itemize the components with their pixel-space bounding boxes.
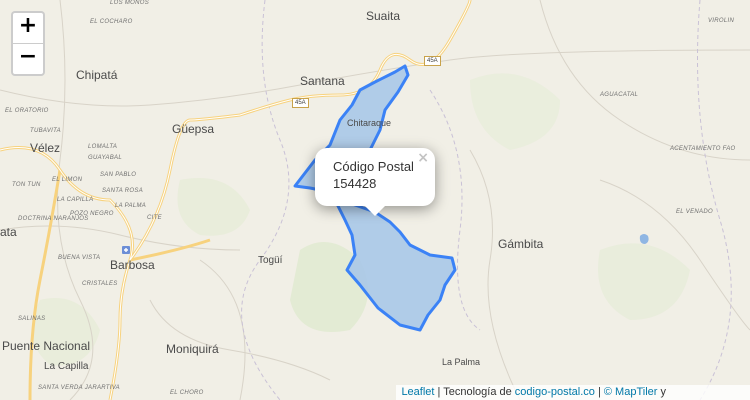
leaflet-link[interactable]: Leaflet xyxy=(401,386,434,398)
town-label-gambita: Gámbita xyxy=(498,237,544,251)
town-label-puente-nacional: Puente Nacional xyxy=(2,339,91,353)
codigo-postal-link[interactable]: codigo-postal.co xyxy=(515,386,595,398)
town-label-velez: Vélez xyxy=(30,141,61,155)
place-label: EL CHORO xyxy=(170,390,204,396)
place-label: EL VENADO xyxy=(676,209,713,215)
lake-shape xyxy=(639,234,649,244)
town-label-moniquira: Moniquirá xyxy=(166,342,219,356)
town-label-santana: Santana xyxy=(300,74,345,88)
town-label-guepsa: Güepsa xyxy=(172,122,215,136)
maptiler-link[interactable]: © MapTiler xyxy=(604,386,658,398)
road-shield-45a: 45A xyxy=(424,56,441,66)
place-label: GUAYABAL xyxy=(88,155,122,161)
place-label: TUBAVITA xyxy=(30,128,61,134)
place-label: SAN PABLO xyxy=(100,172,137,178)
place-label: LOS MONOS xyxy=(110,0,150,6)
place-label: CITE xyxy=(147,215,162,221)
popup-title: Código Postal xyxy=(333,159,414,174)
hospital-icon xyxy=(122,246,130,254)
town-label-chipata: Chipatá xyxy=(76,68,118,82)
town-label-barbosa: Barbosa xyxy=(110,258,155,272)
place-label: LA CAPILLA xyxy=(57,197,94,203)
place-label: TON TUN xyxy=(12,182,41,188)
zoom-control: + − xyxy=(11,11,45,76)
postal-code-popup: × Código Postal 154428 xyxy=(315,148,435,216)
town-label-ata: ata xyxy=(0,225,17,239)
place-label: EL ORATORIO xyxy=(5,108,49,114)
town-label-chitaraque: Chitaraque xyxy=(347,118,392,128)
attribution-bar: Leaflet | Tecnología de codigo-postal.co… xyxy=(396,385,750,400)
town-label-togui: Togüí xyxy=(258,255,283,266)
place-label: VIROLIN xyxy=(708,18,735,24)
town-label-la-capilla: La Capilla xyxy=(44,361,89,372)
place-label: LA PALMA xyxy=(115,203,147,209)
place-label: AGUACATAL xyxy=(600,92,639,98)
attribution-tail: y xyxy=(657,386,666,398)
place-label: SANTA VERDA JARARTIVA xyxy=(38,385,120,391)
place-label: DOCTRINA NARANJOS xyxy=(18,216,89,222)
place-label: EL LIMON xyxy=(52,177,83,183)
place-label: SALINAS xyxy=(18,316,46,322)
postal-code-value: 154428 xyxy=(333,176,377,191)
place-label: CRISTALES xyxy=(82,281,118,287)
place-label: BUENA VISTA xyxy=(58,255,101,261)
town-label-la-palma: La Palma xyxy=(442,357,481,367)
zoom-in-button[interactable]: + xyxy=(13,13,43,43)
road-shield-45a: 45A xyxy=(292,98,309,108)
popup-close-button[interactable]: × xyxy=(417,150,429,166)
popup-tip xyxy=(365,206,385,216)
attribution-separator: | xyxy=(594,386,604,398)
place-label: LOMALTA xyxy=(88,144,118,150)
place-label: SANTA ROSA xyxy=(102,188,144,194)
place-label: ACENTAMIENTO FAO xyxy=(670,146,736,152)
town-label-suaita: Suaita xyxy=(366,9,401,23)
zoom-out-button[interactable]: − xyxy=(13,43,43,74)
attribution-text: | Tecnología de xyxy=(434,386,515,398)
place-label: EL COCHARO xyxy=(90,19,133,25)
map-view[interactable]: Suaita Chipatá Santana Chitaraque Güepsa… xyxy=(0,0,750,400)
